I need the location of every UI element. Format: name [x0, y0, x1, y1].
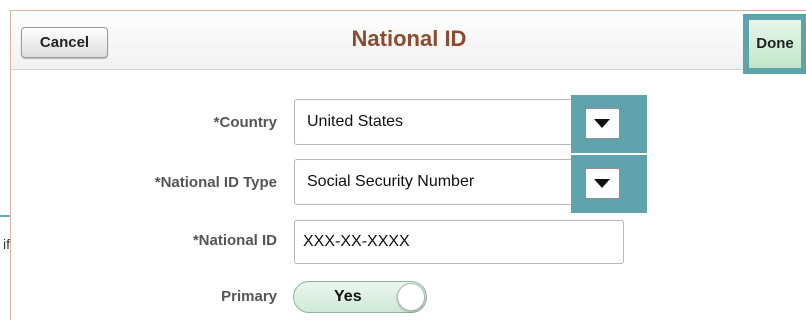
- chevron-down-icon: [594, 119, 610, 128]
- primary-label: Primary: [221, 288, 277, 305]
- country-value: United States: [307, 113, 404, 130]
- id-type-value: Social Security Number: [307, 173, 475, 190]
- background-text: if: [3, 236, 10, 252]
- country-dropdown-button[interactable]: [585, 108, 620, 139]
- toggle-knob: [397, 283, 425, 311]
- id-type-dropdown-highlight: [571, 155, 647, 213]
- country-label: *Country: [213, 114, 277, 131]
- chevron-down-icon: [594, 179, 610, 188]
- id-type-dropdown-button[interactable]: [585, 168, 620, 199]
- dialog-header: Cancel National ID Done: [11, 11, 806, 74]
- primary-toggle-label: Yes: [334, 288, 362, 305]
- cancel-button[interactable]: Cancel: [21, 27, 108, 58]
- screen: if Cancel National ID Done *Country Unit…: [0, 0, 806, 320]
- national-id-label: *National ID: [192, 232, 277, 249]
- country-dropdown-highlight: [571, 95, 647, 153]
- national-id-dialog: Cancel National ID Done *Country United …: [10, 10, 806, 320]
- dialog-title: National ID: [351, 26, 467, 51]
- done-button[interactable]: Done: [749, 20, 801, 68]
- id-type-label: *National ID Type: [154, 174, 277, 191]
- national-id-input[interactable]: [294, 220, 624, 264]
- done-highlight: Done: [743, 14, 806, 74]
- primary-toggle[interactable]: Yes: [293, 281, 427, 313]
